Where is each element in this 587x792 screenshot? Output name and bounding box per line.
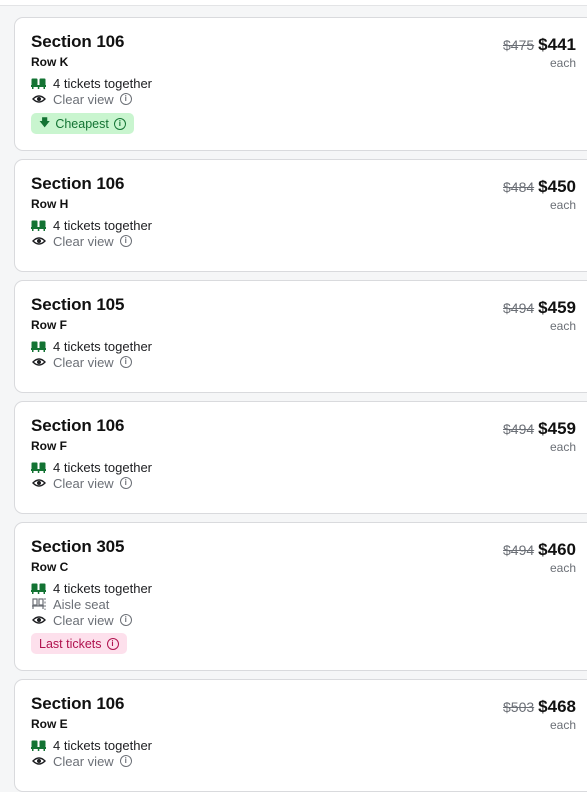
original-price: $494 xyxy=(503,542,535,558)
aisle-seat: Aisle seat xyxy=(31,596,109,612)
tickets-together: 4 tickets together xyxy=(31,217,152,233)
price: $494 $459 xyxy=(503,298,576,318)
listing-card[interactable]: Section 106 Row H $484 $450 each 4 ticket… xyxy=(14,159,587,272)
info-icon[interactable]: i xyxy=(119,235,132,247)
price: $494 $460 xyxy=(503,540,576,560)
row-label: Row F xyxy=(31,318,67,332)
price: $475 $441 xyxy=(503,35,576,55)
info-icon[interactable]: i xyxy=(119,93,132,105)
tickets-together: 4 tickets together xyxy=(31,580,152,596)
listing-card[interactable]: Section 305 Row C $494 $460 each 4 ticket… xyxy=(14,522,587,671)
seats-icon xyxy=(31,219,46,231)
tickets-together: 4 tickets together xyxy=(31,338,152,354)
listing-card[interactable]: Section 106 Row F $494 $459 each 4 ticket… xyxy=(14,401,587,514)
badge-label: Last tickets xyxy=(39,636,102,651)
view-label: Clear view xyxy=(53,753,114,769)
current-price: $459 xyxy=(538,419,576,438)
original-price: $494 xyxy=(503,421,535,437)
seats-icon xyxy=(31,461,46,473)
top-divider xyxy=(0,0,587,6)
arrow-down-icon: 🡇 xyxy=(39,117,51,129)
price-unit: each xyxy=(549,319,576,333)
section-title: Section 105 xyxy=(31,295,125,314)
view-label: Clear view xyxy=(53,91,114,107)
tickets-together: 4 tickets together xyxy=(31,459,152,475)
row-label: Row C xyxy=(31,560,69,574)
clear-view: Clear view i xyxy=(31,753,132,769)
current-price: $468 xyxy=(538,697,576,716)
price-unit: each xyxy=(549,561,576,575)
clear-view: Clear view i xyxy=(31,475,132,491)
view-label: Clear view xyxy=(53,233,114,249)
section-title: Section 106 xyxy=(31,174,125,193)
listing-card[interactable]: Section 105 Row F $494 $459 each 4 ticket… xyxy=(14,280,587,393)
view-label: Clear view xyxy=(53,612,114,628)
original-price: $503 xyxy=(503,699,535,715)
clear-view: Clear view i xyxy=(31,91,132,107)
section-title: Section 305 xyxy=(31,537,125,556)
last-tickets-badge: Last tickets i xyxy=(31,633,127,654)
info-icon[interactable]: i xyxy=(113,117,126,130)
view-label: Clear view xyxy=(53,475,114,491)
original-price: $484 xyxy=(503,179,535,195)
row-label: Row K xyxy=(31,55,69,69)
price-unit: each xyxy=(549,718,576,732)
eye-icon xyxy=(31,93,46,105)
tickets-together: 4 tickets together xyxy=(31,75,152,91)
tickets-label: 4 tickets together xyxy=(53,459,152,475)
info-icon[interactable]: i xyxy=(106,637,119,650)
section-title: Section 106 xyxy=(31,32,125,51)
eye-icon xyxy=(31,477,46,489)
seats-icon xyxy=(31,77,46,89)
seats-icon xyxy=(31,739,46,751)
listing-card[interactable]: Section 106 Row K $475 $441 each 4 ticket… xyxy=(14,17,587,151)
clear-view: Clear view i xyxy=(31,612,132,628)
clear-view: Clear view i xyxy=(31,233,132,249)
tickets-together: 4 tickets together xyxy=(31,737,152,753)
section-title: Section 106 xyxy=(31,694,125,713)
aisle-seat-icon xyxy=(31,598,46,610)
row-label: Row F xyxy=(31,439,67,453)
section-title: Section 106 xyxy=(31,416,125,435)
price: $494 $459 xyxy=(503,419,576,439)
price: $503 $468 xyxy=(503,697,576,717)
price-unit: each xyxy=(549,56,576,70)
info-icon[interactable]: i xyxy=(119,755,132,767)
aisle-label: Aisle seat xyxy=(53,596,110,612)
cheapest-badge: 🡇 Cheapest i xyxy=(31,113,134,134)
row-label: Row H xyxy=(31,197,69,211)
tickets-label: 4 tickets together xyxy=(53,75,152,91)
tickets-label: 4 tickets together xyxy=(53,217,152,233)
price-unit: each xyxy=(549,440,576,454)
clear-view: Clear view i xyxy=(31,354,132,370)
price: $484 $450 xyxy=(503,177,576,197)
info-icon[interactable]: i xyxy=(119,356,132,368)
info-icon[interactable]: i xyxy=(119,477,132,489)
eye-icon xyxy=(31,356,46,368)
info-icon[interactable]: i xyxy=(119,614,132,626)
eye-icon xyxy=(31,235,46,247)
tickets-label: 4 tickets together xyxy=(53,338,152,354)
current-price: $450 xyxy=(538,177,576,196)
eye-icon xyxy=(31,614,46,626)
current-price: $460 xyxy=(538,540,576,559)
row-label: Row E xyxy=(31,717,68,731)
eye-icon xyxy=(31,755,46,767)
listing-card[interactable]: Section 106 Row E $503 $468 each 4 ticket… xyxy=(14,679,587,792)
view-label: Clear view xyxy=(53,354,114,370)
tickets-label: 4 tickets together xyxy=(53,737,152,753)
badge-label: Cheapest xyxy=(55,116,109,131)
seats-icon xyxy=(31,582,46,594)
tickets-label: 4 tickets together xyxy=(53,580,152,596)
original-price: $475 xyxy=(503,37,535,53)
current-price: $441 xyxy=(538,35,576,54)
seats-icon xyxy=(31,340,46,352)
price-unit: each xyxy=(549,198,576,212)
current-price: $459 xyxy=(538,298,576,317)
original-price: $494 xyxy=(503,300,535,316)
